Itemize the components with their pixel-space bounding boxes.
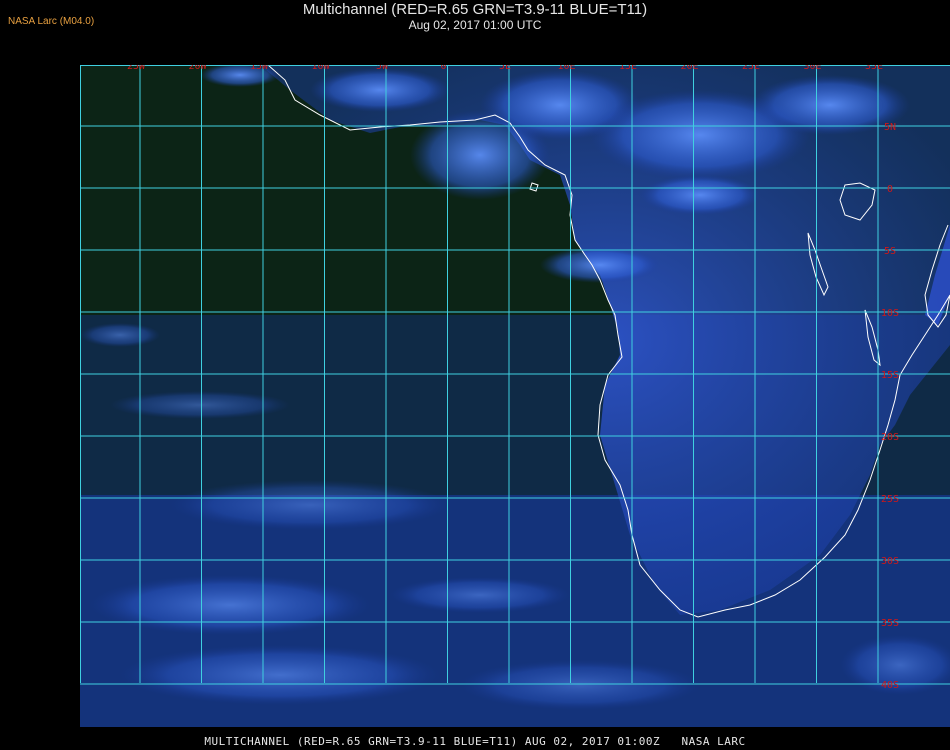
footer-caption: MULTICHANNEL (RED=R.65 GRN=T3.9-11 BLUE=… [204, 735, 746, 748]
longitude-label: 20E [680, 65, 698, 72]
latitude-label: 10S [881, 308, 899, 319]
image-timestamp: Aug 02, 2017 01:00 UTC [408, 18, 542, 32]
satellite-map[interactable]: 25W 20W 15W 10W 5W 0 5E 10E 15E 20E 25E 30E 35E 5N 0 5S… [80, 65, 950, 727]
longitude-label: 15W [250, 65, 269, 72]
longitude-label: 25E [742, 65, 760, 72]
longitude-label: 35E [865, 65, 883, 72]
longitude-label: 10E [557, 65, 575, 72]
latitude-label: 40S [881, 680, 899, 691]
image-title: Multichannel (RED=R.65 GRN=T3.9-11 BLUE=… [302, 1, 648, 18]
map-canvas: 25W 20W 15W 10W 5W 0 5E 10E 15E 20E 25E 30E 35E 5N 0 5S… [80, 65, 950, 727]
longitude-label: 25W [127, 65, 146, 72]
latitude-label: 15S [881, 370, 899, 381]
longitude-label: 10W [311, 65, 330, 72]
latitude-label: 5S [884, 246, 896, 257]
longitude-label: 5W [376, 65, 389, 72]
latitude-label: 30S [881, 556, 899, 567]
latitude-label: 20S [881, 432, 899, 443]
latitude-label: 25S [881, 494, 899, 505]
longitude-label: 30E [803, 65, 821, 72]
longitude-label: 15E [619, 65, 637, 72]
latitude-label: 35S [881, 618, 899, 629]
longitude-label: 0 [440, 65, 446, 72]
longitude-label: 5E [499, 65, 511, 72]
latitude-label: 0 [887, 184, 893, 195]
latitude-label: 5N [884, 122, 896, 133]
longitude-label: 20W [188, 65, 207, 72]
